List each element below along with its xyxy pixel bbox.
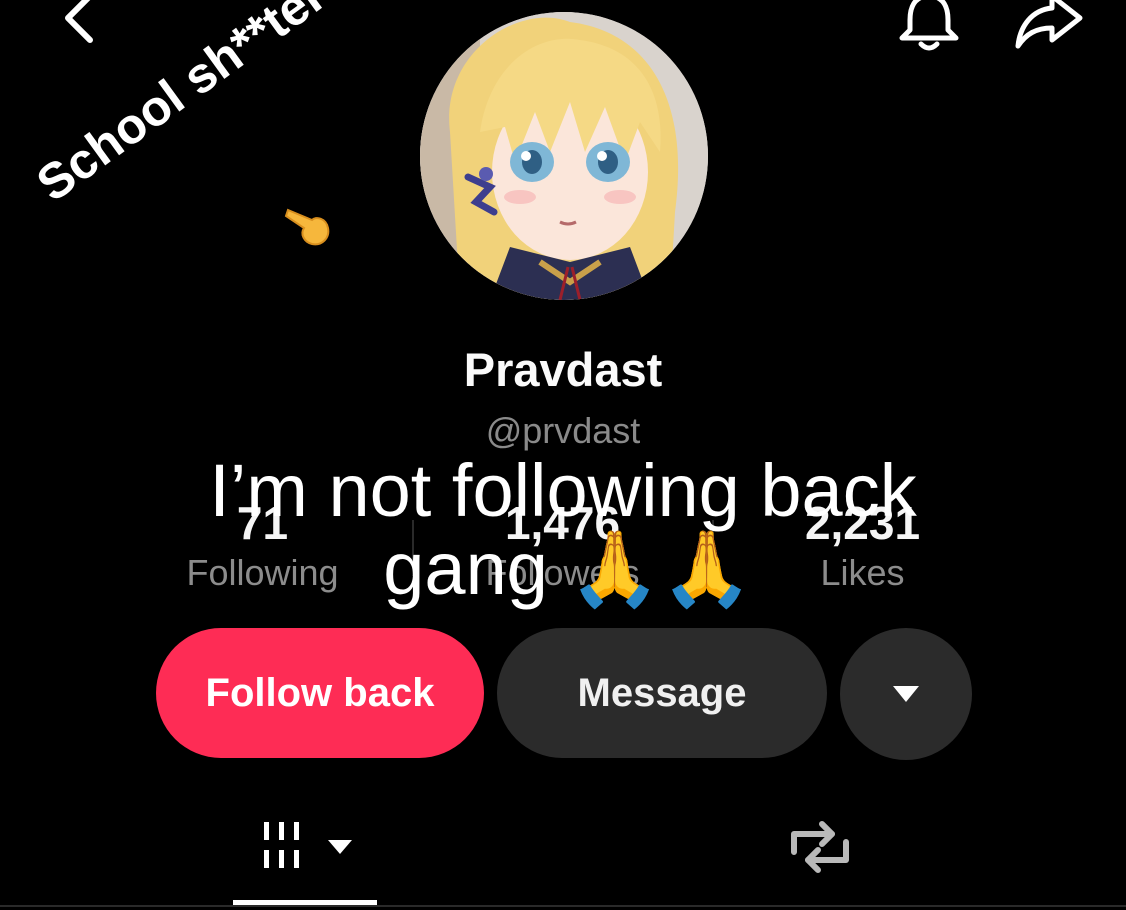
username-handle: @prvdast <box>485 410 641 451</box>
caption-line-2: gang 🙏🙏 <box>383 527 753 610</box>
grid-icon <box>264 822 352 868</box>
caption-overlay: I’m not following back gang 🙏🙏 <box>0 452 1126 608</box>
pointing-hand-emoji-icon <box>284 208 330 246</box>
follow-back-button[interactable]: Follow back <box>156 628 484 758</box>
caret-down-icon <box>893 686 919 702</box>
repost-icon <box>791 821 849 873</box>
avatar[interactable] <box>420 12 708 300</box>
message-button[interactable]: Message <box>497 628 827 758</box>
more-options-button[interactable] <box>840 628 972 760</box>
tab-reposts[interactable] <box>780 812 860 882</box>
back-chevron-icon[interactable] <box>52 0 112 48</box>
tab-videos[interactable] <box>250 812 370 882</box>
share-icon[interactable] <box>1008 0 1088 52</box>
tab-divider <box>0 905 1126 907</box>
bell-icon[interactable] <box>894 0 964 54</box>
caption-line-1: I’m not following back <box>209 449 917 532</box>
display-name: Pravdast <box>463 343 663 396</box>
anime-avatar-image <box>420 12 708 300</box>
